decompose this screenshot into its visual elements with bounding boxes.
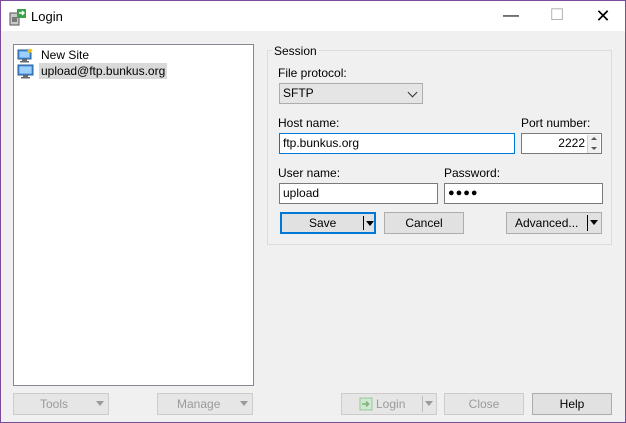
dropdown-arrow-icon[interactable] — [366, 221, 374, 226]
dropdown-arrow-icon — [240, 401, 248, 406]
advanced-button[interactable]: Advanced... — [506, 212, 602, 234]
site-tree[interactable]: New Site upload@ftp.bunkus.org — [13, 44, 254, 386]
split-divider — [587, 215, 588, 231]
dropdown-arrow-icon — [425, 401, 433, 406]
advanced-button-label: Advanced... — [515, 216, 579, 230]
login-icon — [359, 397, 373, 411]
tools-button-label: Tools — [40, 397, 69, 411]
password-input[interactable]: ●●●● — [444, 183, 603, 204]
winscp-app-icon — [9, 9, 26, 26]
session-group-label: Session — [272, 44, 319, 58]
close-button-label: Close — [468, 397, 500, 411]
manage-button[interactable]: Manage — [157, 393, 253, 415]
new-site-icon — [17, 48, 33, 63]
tools-button[interactable]: Tools — [13, 393, 109, 415]
login-button[interactable]: Login — [341, 393, 437, 415]
file-protocol-label: File protocol: — [278, 66, 347, 80]
port-number-spinner[interactable]: 2222 — [521, 133, 602, 154]
user-name-label: User name: — [278, 166, 341, 180]
user-name-input[interactable]: upload — [279, 183, 438, 204]
host-name-label: Host name: — [278, 116, 340, 130]
cancel-button-label: Cancel — [405, 216, 443, 230]
password-value: ●●●● — [448, 187, 479, 199]
close-button[interactable]: Close — [444, 393, 524, 415]
file-protocol-value: SFTP — [283, 86, 314, 100]
minimize-button[interactable]: — — [488, 1, 534, 31]
file-protocol-select[interactable]: SFTP — [279, 83, 423, 104]
dropdown-arrow-icon[interactable] — [590, 220, 598, 225]
spin-up-icon[interactable] — [587, 135, 600, 144]
manage-button-label: Manage — [177, 397, 221, 411]
port-number-label: Port number: — [521, 116, 591, 130]
split-divider — [422, 396, 423, 412]
save-button[interactable]: Save — [280, 212, 376, 234]
site-item-upload[interactable]: upload@ftp.bunkus.org — [17, 63, 168, 79]
user-name-value: upload — [283, 186, 320, 200]
chevron-down-icon — [407, 87, 418, 98]
help-button[interactable]: Help — [532, 393, 612, 415]
site-item-new-site[interactable]: New Site — [17, 47, 91, 63]
spin-down-icon[interactable] — [587, 144, 600, 153]
save-button-label: Save — [309, 216, 337, 230]
help-button-label: Help — [559, 397, 585, 411]
close-window-button[interactable]: ✕ — [580, 1, 626, 31]
maximize-button[interactable]: ☐ — [534, 1, 580, 31]
cancel-button[interactable]: Cancel — [384, 212, 464, 234]
login-dialog: Login — ☐ ✕ New Site upload@ftp.bunkus.o… — [0, 0, 626, 423]
site-item-label: upload@ftp.bunkus.org — [39, 63, 168, 79]
login-button-label: Login — [376, 397, 406, 411]
port-number-value: 2222 — [558, 136, 585, 150]
site-item-label: New Site — [41, 48, 90, 62]
window-title: Login — [31, 9, 63, 24]
password-label: Password: — [444, 166, 501, 180]
dropdown-arrow-icon — [96, 401, 104, 406]
host-name-input[interactable]: ftp.bunkus.org — [279, 133, 515, 154]
computer-icon — [17, 64, 34, 79]
host-name-value: ftp.bunkus.org — [283, 136, 360, 150]
title-bar: Login — ☐ ✕ — [1, 1, 625, 31]
split-divider — [363, 216, 364, 230]
